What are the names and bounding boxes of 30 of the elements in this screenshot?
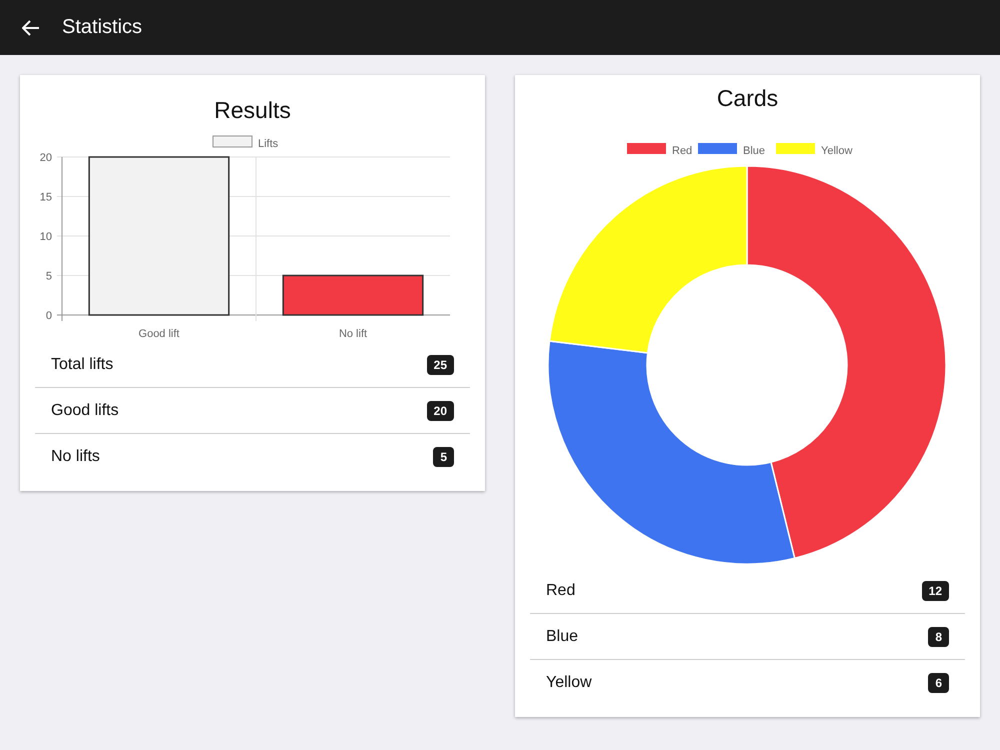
count-badge: 8 bbox=[928, 626, 949, 646]
axis-tick-label: 10 bbox=[40, 231, 52, 243]
legend-label: Yellow bbox=[821, 145, 852, 157]
card-title: Results bbox=[213, 97, 292, 124]
count-badge: 25 bbox=[426, 354, 454, 374]
axis-tick-label: 5 bbox=[46, 270, 52, 282]
stat-label: Yellow bbox=[546, 674, 592, 692]
count-badge: 6 bbox=[928, 672, 949, 692]
stat-label: Good lifts bbox=[51, 402, 119, 420]
stat-label: Total lifts bbox=[51, 356, 114, 374]
count-badge: 20 bbox=[426, 400, 454, 420]
axis-tick-label: 15 bbox=[40, 192, 52, 204]
stat-label: Blue bbox=[546, 628, 578, 646]
page-title: Statistics bbox=[62, 16, 142, 39]
back-arrow-icon[interactable] bbox=[22, 20, 40, 36]
legend-label: Red bbox=[672, 145, 692, 157]
stat-label: Red bbox=[546, 582, 576, 600]
card-title: Cards bbox=[716, 85, 780, 112]
legend-item: Yellow bbox=[776, 143, 852, 157]
axis-tick-label: 0 bbox=[46, 310, 52, 322]
stat-label: No lifts bbox=[51, 448, 100, 466]
legend-item: Red bbox=[627, 143, 692, 157]
count-badge: 12 bbox=[922, 580, 949, 600]
legend-label: Blue bbox=[743, 145, 766, 157]
axis-category-label: Good lift bbox=[138, 328, 180, 340]
count-badge: 5 bbox=[433, 446, 454, 466]
legend-item: Lifts bbox=[212, 136, 278, 150]
axis-category-label: No lift bbox=[338, 328, 368, 340]
axis-tick-label: 20 bbox=[40, 152, 52, 164]
legend-item: Blue bbox=[698, 143, 766, 157]
